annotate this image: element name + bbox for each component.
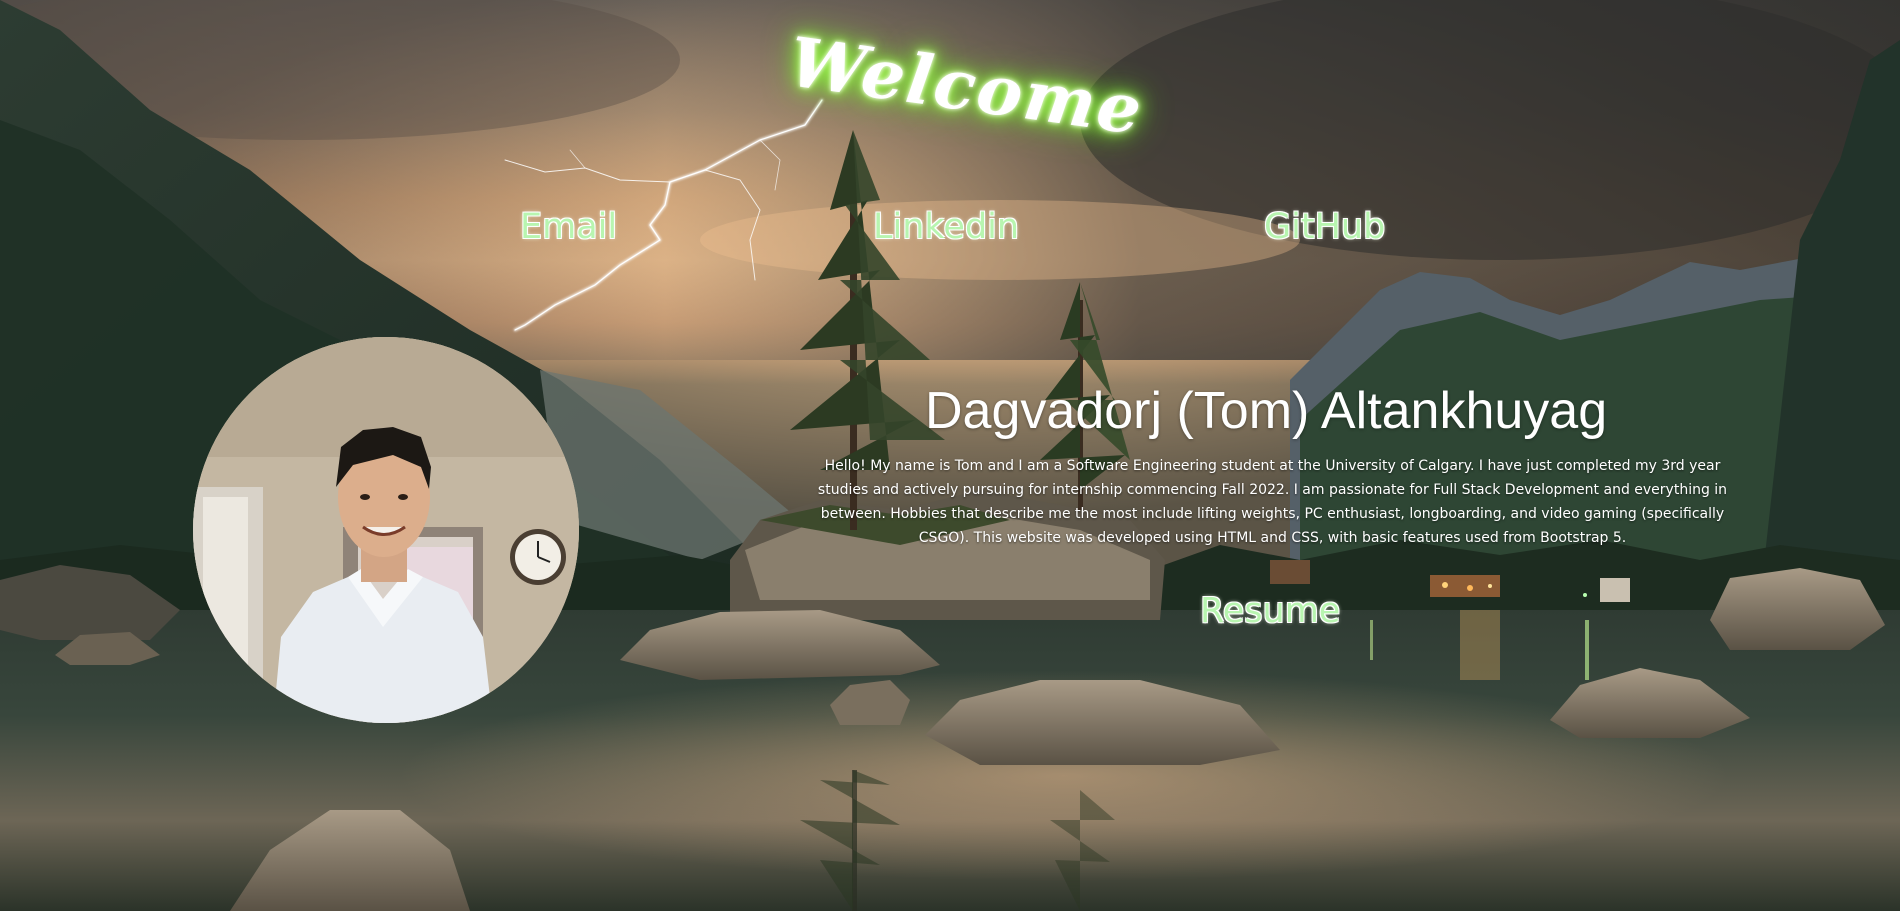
linkedin-link[interactable]: Linkedin (873, 207, 1019, 247)
email-link[interactable]: Email (520, 207, 617, 247)
profile-photo (193, 337, 579, 723)
github-link[interactable]: GitHub (1264, 207, 1385, 247)
resume-link[interactable]: Resume (1200, 591, 1340, 631)
profile-name: Dagvadorj (Tom) Altankhuyag (925, 382, 1608, 440)
profile-bio: Hello! My name is Tom and I am a Softwar… (817, 458, 1728, 546)
landing-page: Welcome Email Linkedin GitHub Dagvadorj (0, 0, 1900, 911)
profile-photo-illustration (193, 337, 579, 723)
